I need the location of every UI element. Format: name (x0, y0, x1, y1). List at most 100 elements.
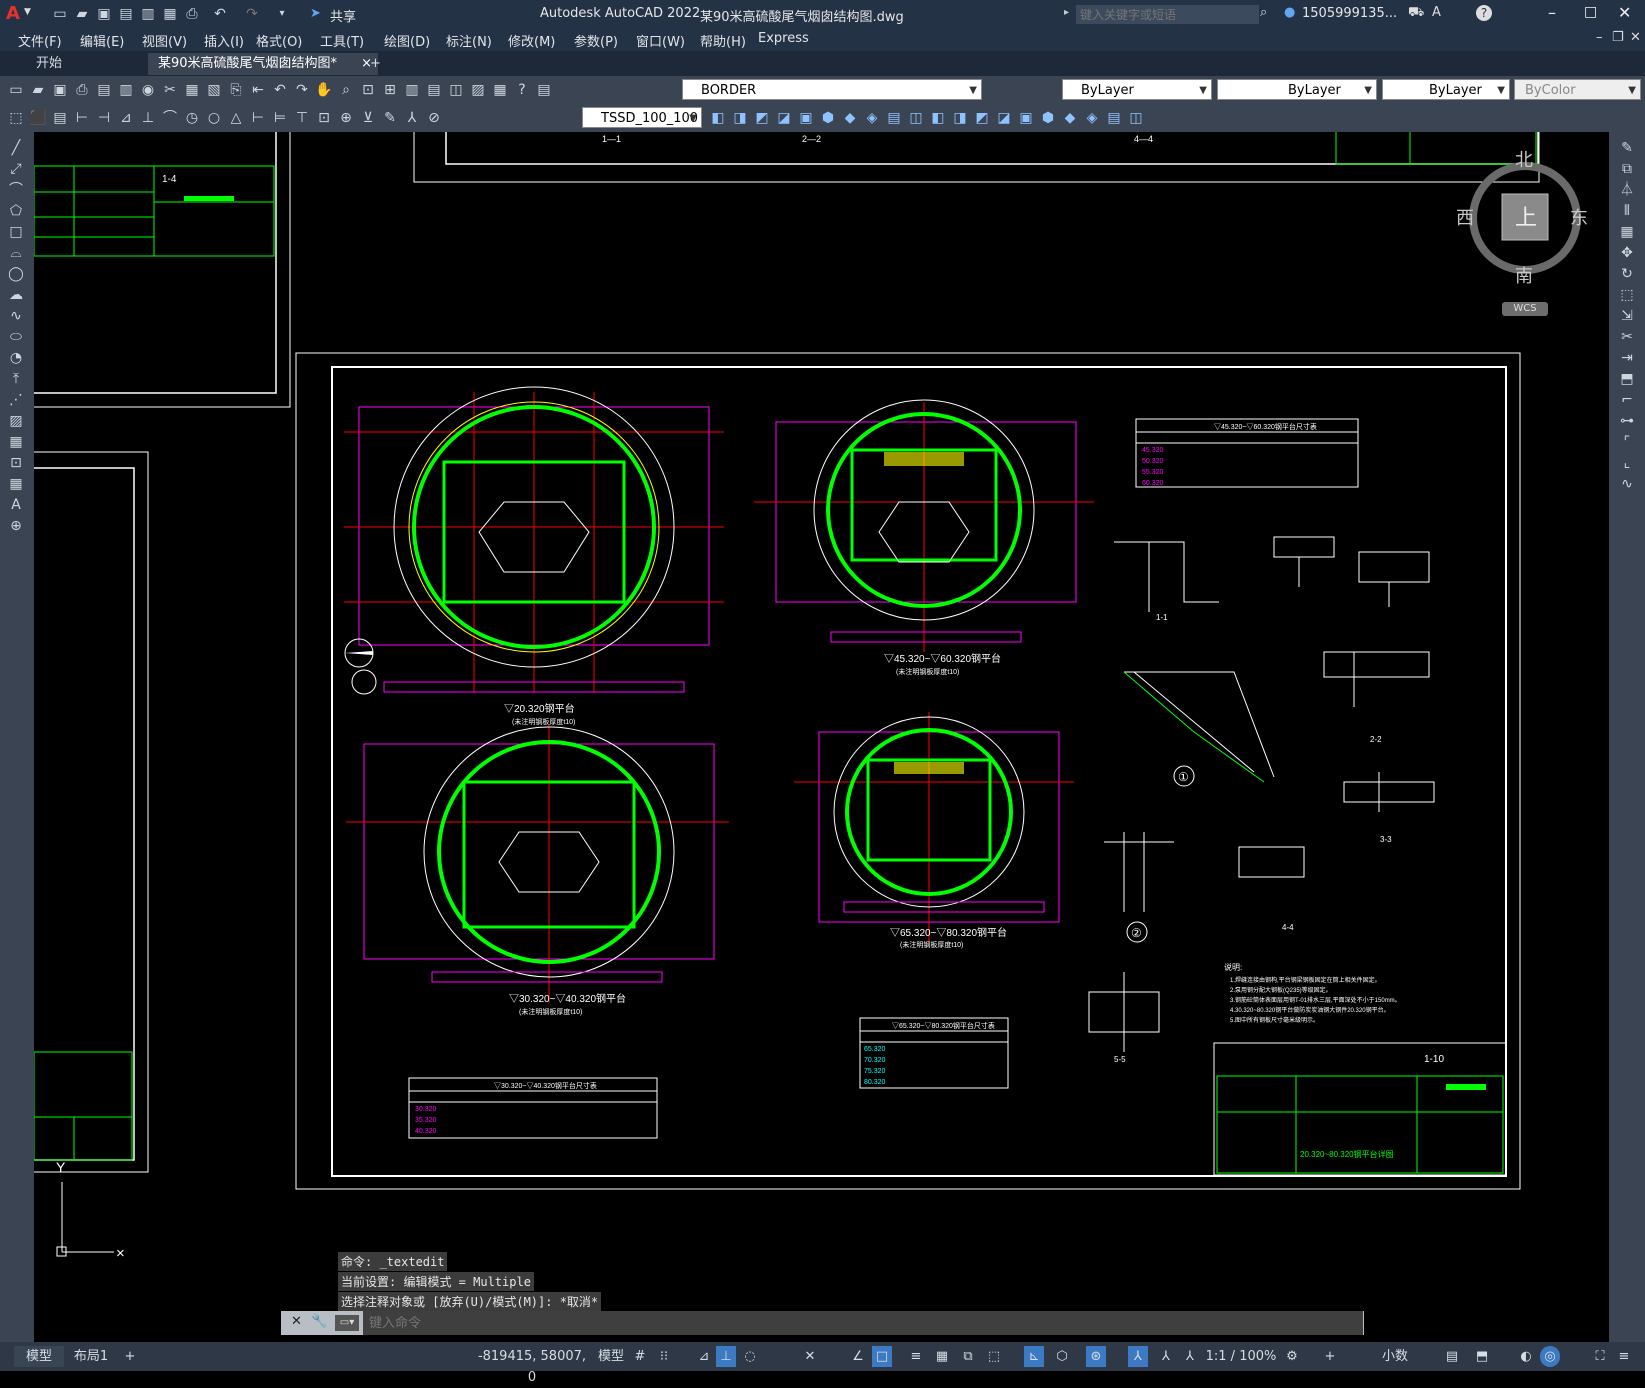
dim-break-icon[interactable]: ⊨ (270, 108, 290, 128)
polyline-icon[interactable]: ⌒ (6, 180, 26, 200)
wcs-menu[interactable]: WCS (1502, 302, 1548, 316)
model-layout-tab[interactable]: 模型 (14, 1346, 64, 1367)
dim-continue-icon[interactable]: △ (226, 108, 246, 128)
tssd-tool-19-icon[interactable]: ◫ (1126, 108, 1146, 128)
dim-linear-icon[interactable]: ⬚ (6, 108, 26, 128)
cart-icon[interactable]: ⛟ (1408, 5, 1424, 22)
share-button[interactable]: 共享 (330, 6, 356, 25)
tssd-tool-6-icon[interactable]: ◆ (840, 108, 860, 128)
dim-radius-icon[interactable]: ⊣ (94, 108, 114, 128)
erase-icon[interactable]: ✎ (1617, 138, 1637, 158)
command-input[interactable] (363, 1311, 1363, 1335)
annotation-monitor-icon[interactable]: + (1320, 1346, 1340, 1367)
save-icon[interactable]: ▣ (50, 80, 70, 100)
search-icon[interactable]: ⌕ (1260, 5, 1267, 20)
maximize-icon[interactable]: □ (1584, 4, 1597, 20)
offset-icon[interactable]: ⫴ (1617, 201, 1637, 221)
open-icon[interactable]: ▰ (72, 4, 92, 24)
dim-space-icon[interactable]: ⊢ (248, 108, 268, 128)
break-icon[interactable]: ⌐ (1617, 390, 1637, 410)
color-dropdown[interactable]: ByLayer ▼ (1062, 79, 1212, 100)
annotation-visibility-icon[interactable]: ⅄ (1128, 1346, 1148, 1367)
web-save-icon[interactable]: ▦ (160, 4, 180, 24)
dim-diameter-icon[interactable]: ⊥ (138, 108, 158, 128)
tssd-tool-3-icon[interactable]: ◪ (774, 108, 794, 128)
dim-angular-icon[interactable]: ⌒ (160, 108, 180, 128)
close-icon[interactable]: ✕ (1618, 3, 1631, 22)
app-menu-arrow-icon[interactable]: ▼ (24, 7, 31, 17)
region-icon[interactable]: ⊡ (6, 453, 26, 473)
minimize-icon[interactable]: – (1548, 3, 1556, 22)
transparency-icon[interactable]: ▦ (932, 1346, 952, 1367)
units-dropdown[interactable]: 小数 (1360, 1346, 1430, 1367)
menu-item-3[interactable]: 插入(I) (204, 31, 244, 50)
polar-icon[interactable]: ◌ (740, 1346, 760, 1367)
menu-item-4[interactable]: 格式(O) (256, 31, 302, 50)
linetype-dropdown[interactable]: ByLayer ▼ (1217, 79, 1377, 100)
menu-item-8[interactable]: 修改(M) (508, 31, 555, 50)
command-close-icon[interactable]: ✕ (291, 1314, 302, 1329)
copy-icon[interactable]: ⧉ (1617, 159, 1637, 179)
ellipse-icon[interactable]: ⬭ (6, 327, 26, 347)
autodesk-app-icon[interactable]: A (1432, 5, 1441, 20)
open-icon[interactable]: ▰ (28, 80, 48, 100)
dim-baseline-icon[interactable]: ○ (204, 108, 224, 128)
tssd-tool-4-icon[interactable]: ▣ (796, 108, 816, 128)
help-icon[interactable]: ? (512, 80, 532, 100)
viewcube-east[interactable]: 东 (1570, 204, 1588, 230)
model-space-toggle[interactable]: 模型 (594, 1346, 628, 1367)
doc-minimize-icon[interactable]: – (1596, 30, 1603, 45)
tssd-tool-12-icon[interactable]: ◩ (972, 108, 992, 128)
plot-icon[interactable]: ⎙ (182, 4, 202, 24)
otrack-icon[interactable]: □ (872, 1346, 892, 1367)
scale-icon[interactable]: ⬚ (1617, 285, 1637, 305)
autocad-logo-icon[interactable]: A (6, 3, 20, 24)
tssd-tool-5-icon[interactable]: ⬢ (818, 108, 838, 128)
fillet-icon[interactable]: ⌞ (1617, 453, 1637, 473)
user-name[interactable]: 1505999135... (1302, 6, 1397, 21)
rotate-icon[interactable]: ↻ (1617, 264, 1637, 284)
join-icon[interactable]: ⊶ (1617, 411, 1637, 431)
viewcube-west[interactable]: 西 (1456, 204, 1474, 230)
menu-item-10[interactable]: 窗口(W) (636, 31, 685, 50)
menu-item-9[interactable]: 参数(P) (574, 31, 618, 50)
break-at-point-icon[interactable]: ⬒ (1617, 369, 1637, 389)
tssd-tool-2-icon[interactable]: ◩ (752, 108, 772, 128)
arc-icon[interactable]: ⌓ (6, 243, 26, 263)
design-center-icon[interactable]: ▤ (424, 80, 444, 100)
zoom-realtime-icon[interactable]: ⌕ (336, 80, 356, 100)
tssd-tool-9-icon[interactable]: ◫ (906, 108, 926, 128)
zoom-window-icon[interactable]: ⊡ (358, 80, 378, 100)
auto-scale-icon[interactable]: ⅄ (1156, 1346, 1176, 1367)
tssd-tool-13-icon[interactable]: ◪ (994, 108, 1014, 128)
hatch-icon[interactable]: ▦ (6, 432, 26, 452)
coordinates-readout[interactable]: -819415, 58007, 0 (472, 1346, 592, 1385)
new-icon[interactable]: ▭ (50, 4, 70, 24)
save-as-icon[interactable]: ▤ (116, 4, 136, 24)
dim-text-edit-icon[interactable]: ⅄ (402, 108, 422, 128)
rectangle-icon[interactable]: □ (6, 222, 26, 242)
tssd-tool-7-icon[interactable]: ◈ (862, 108, 882, 128)
dim-update-icon[interactable]: ⊘ (424, 108, 444, 128)
menu-item-6[interactable]: 绘图(D) (384, 31, 430, 50)
tssd-tool-18-icon[interactable]: ▤ (1104, 108, 1124, 128)
point-icon[interactable]: ▨ (6, 411, 26, 431)
dim-aligned-icon[interactable]: ⬛ (28, 108, 48, 128)
tssd-tool-14-icon[interactable]: ▣ (1016, 108, 1036, 128)
menu-item-12[interactable]: Express (758, 31, 809, 46)
command-recent-icon[interactable]: ▭▾ (335, 1315, 359, 1331)
menu-item-7[interactable]: 标注(N) (446, 31, 492, 50)
save-icon[interactable]: ▣ (94, 4, 114, 24)
redo-icon[interactable]: ↷ (242, 4, 262, 24)
circle-icon[interactable]: ◯ (6, 264, 26, 284)
dim-arc-icon[interactable]: ▤ (50, 108, 70, 128)
trim-icon[interactable]: ✂ (1617, 327, 1637, 347)
line-icon[interactable]: ╱ (6, 138, 26, 158)
paste-icon[interactable]: ▧ (204, 80, 224, 100)
ortho-icon[interactable]: ⊥ (716, 1346, 736, 1367)
menu-item-0[interactable]: 文件(F) (18, 31, 62, 50)
tssd-tool-8-icon[interactable]: ▤ (884, 108, 904, 128)
add-selected-icon[interactable]: ⊕ (6, 516, 26, 536)
tssd-tool-10-icon[interactable]: ◧ (928, 108, 948, 128)
doc-restore-icon[interactable]: ❐ (1612, 30, 1624, 45)
